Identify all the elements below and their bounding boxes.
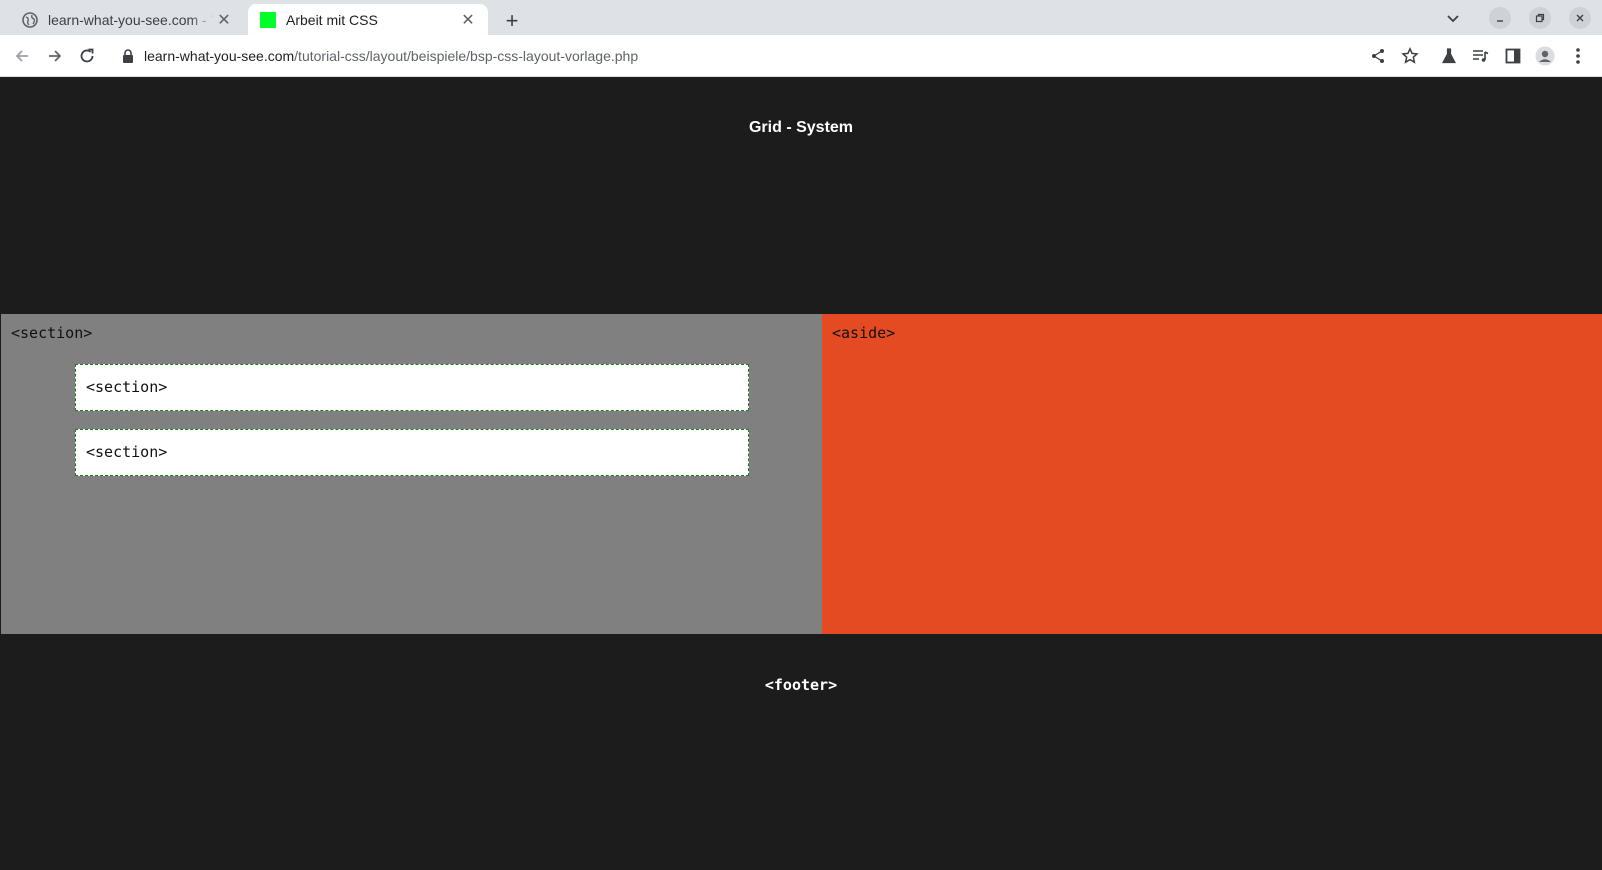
browser-toolbar: learn-what-you-see.com/tutorial-css/layo… [0,35,1602,77]
restore-icon[interactable] [1529,7,1551,29]
sub-section-1: <section> [75,364,749,411]
forward-icon[interactable] [43,44,67,68]
close-tab-icon[interactable]: ✕ [214,10,234,30]
labs-flask-icon[interactable] [1437,44,1461,68]
share-icon[interactable] [1366,44,1390,68]
page-title: Grid - System [748,119,854,136]
page-footer: <footer> [0,634,1602,870]
side-panel-icon[interactable] [1501,44,1525,68]
new-tab-button[interactable]: + [498,7,526,35]
tab-arbeit-mit-css[interactable]: Arbeit mit CSS ✕ [248,4,488,35]
sub-section-label: <section> [86,378,168,396]
main-section: <section> <section> <section> [1,314,822,634]
aside-label: <aside> [832,324,896,342]
tab-bar: learn-what-you-see.com - Tutorial CSS ✕ … [0,0,1602,35]
profile-avatar-icon[interactable] [1533,44,1557,68]
page-viewport: Grid - System <section> <section> <secti… [0,77,1602,870]
lock-icon[interactable] [120,48,136,64]
url-path: /tutorial-css/layout/beispiele/bsp-css-l… [294,48,639,64]
bookmark-star-icon[interactable] [1398,44,1422,68]
footer-label: <footer> [764,676,838,694]
tab-title: Arbeit mit CSS [286,11,378,28]
green-square-icon [260,11,276,28]
tab-learn-what-you-see[interactable]: learn-what-you-see.com - Tutorial CSS ✕ [8,4,244,35]
main-section-label: <section> [11,324,93,342]
reload-icon[interactable] [75,44,99,68]
close-window-icon[interactable] [1569,7,1591,29]
tab-search-icon[interactable] [1442,7,1464,29]
page-header: Grid - System [0,77,1602,314]
aside-panel: <aside> [822,314,1602,634]
sub-section-label: <section> [86,443,168,461]
sub-section-2: <section> [75,429,749,476]
reading-list-icon[interactable] [1469,44,1493,68]
tab-title: learn-what-you-see.com - Tutorial CSS [48,11,214,28]
address-bar[interactable]: learn-what-you-see.com/tutorial-css/layo… [110,39,1370,73]
url-host: learn-what-you-see.com [144,48,295,64]
globe-icon [22,11,38,28]
menu-kebab-icon[interactable] [1566,44,1590,68]
minimize-icon[interactable] [1489,7,1511,29]
close-tab-icon[interactable]: ✕ [458,10,478,30]
back-icon[interactable] [10,44,34,68]
